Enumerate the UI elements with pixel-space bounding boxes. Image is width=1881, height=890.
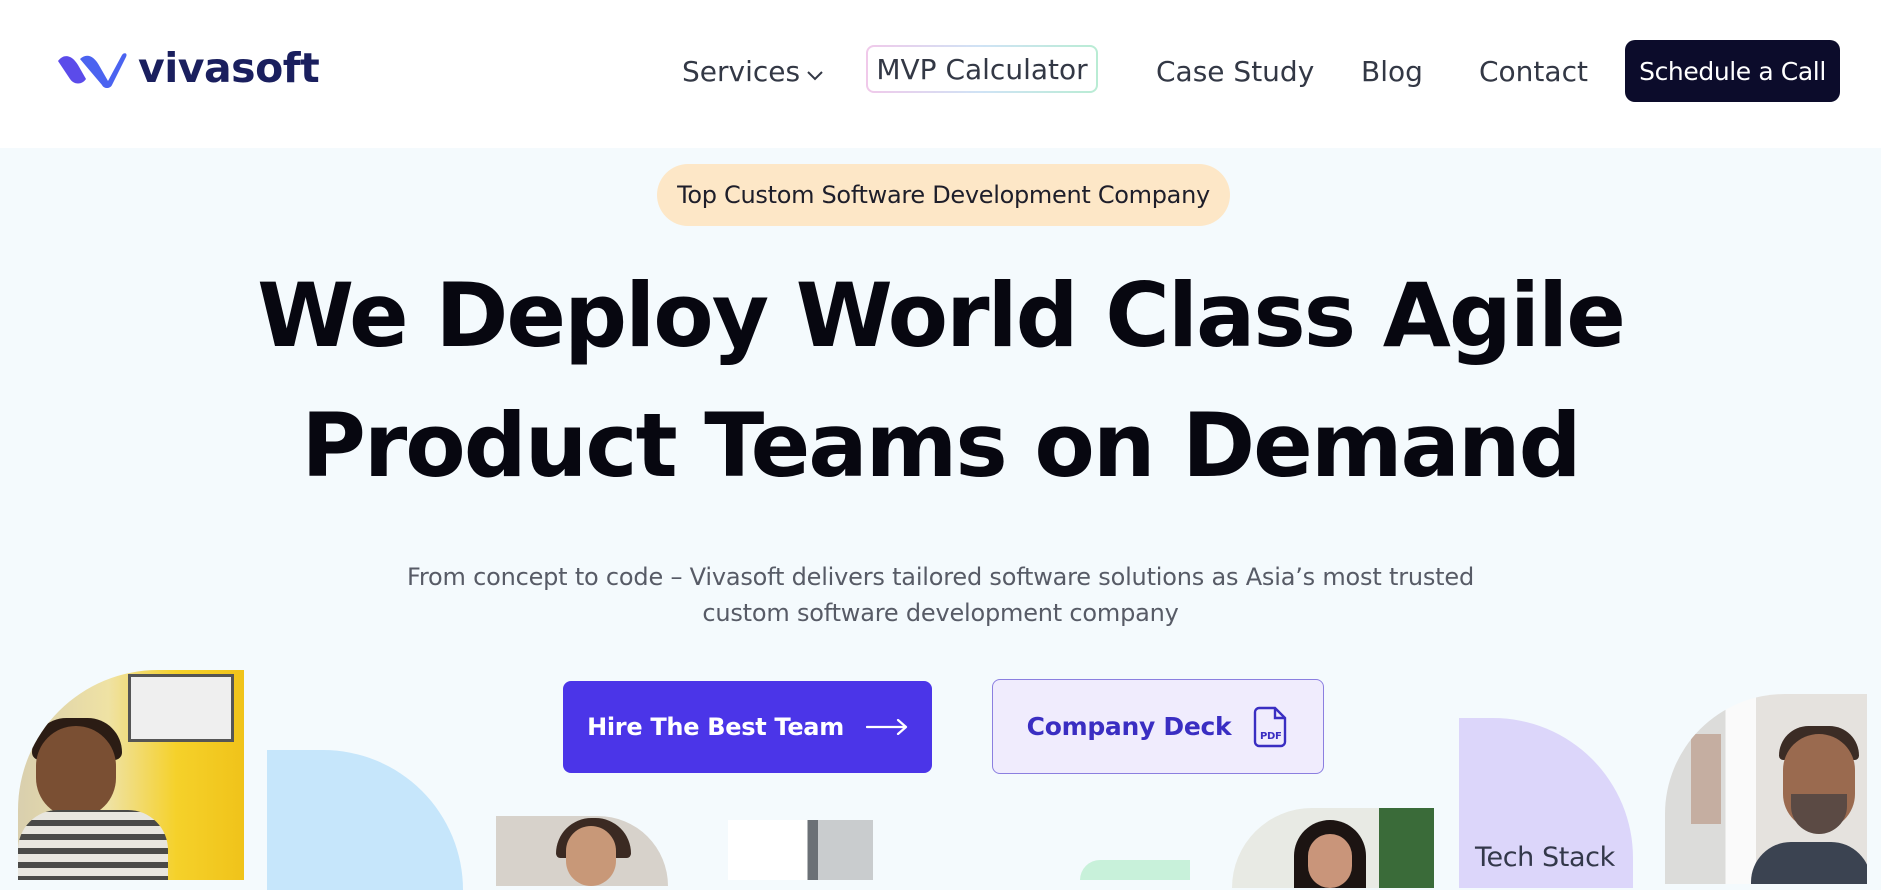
picture-frame [128, 674, 234, 742]
hire-best-team-label: Hire The Best Team [587, 713, 844, 741]
team-photo-3 [728, 820, 873, 880]
company-deck-label: Company Deck [1026, 712, 1232, 741]
vivasoft-logo-mark-icon [58, 52, 127, 88]
person-face [1308, 834, 1352, 888]
team-photo-5 [1665, 694, 1867, 884]
hire-best-team-button[interactable]: Hire The Best Team [563, 681, 932, 773]
team-photo-2 [496, 816, 668, 886]
person-face [36, 726, 116, 818]
svg-text:PDF: PDF [1260, 731, 1282, 742]
tech-stack-label: Tech Stack [1475, 842, 1615, 873]
hero-subtext: From concept to code – Vivasoft delivers… [407, 563, 1474, 627]
nav-blog[interactable]: Blog [1361, 52, 1423, 92]
site-header: vivasoft Services MVP Calculator Case St… [0, 0, 1881, 148]
decor-blue-shape [267, 750, 463, 890]
company-deck-button[interactable]: Company Deck PDF [992, 679, 1324, 774]
hero-badge: Top Custom Software Development Company [657, 164, 1230, 226]
mvp-calculator-button[interactable]: MVP Calculator [866, 45, 1098, 93]
person-face [566, 826, 616, 886]
plant-leaves [1379, 808, 1434, 888]
hero-headline-line2: Product Teams on Demand [301, 394, 1581, 497]
person-shirt [1751, 842, 1867, 884]
decor-green-shape [1080, 860, 1190, 880]
nav-case-study[interactable]: Case Study [1156, 52, 1314, 92]
nav-services[interactable]: Services [682, 52, 824, 92]
person-beard [1791, 794, 1847, 834]
team-photo-4 [1232, 808, 1434, 888]
team-photo-1 [18, 670, 244, 880]
tech-stack-card[interactable]: Tech Stack [1459, 718, 1633, 888]
brand-logo[interactable]: vivasoft [56, 44, 320, 92]
nav-contact[interactable]: Contact [1479, 52, 1588, 92]
schedule-call-button[interactable]: Schedule a Call [1625, 40, 1840, 102]
chevron-down-icon [807, 71, 823, 81]
background-shelf [1691, 734, 1721, 824]
hero-headline-line1: We Deploy World Class Agile [257, 264, 1626, 367]
arrow-right-icon [865, 719, 908, 735]
nav-services-label: Services [682, 55, 801, 88]
pdf-file-icon: PDF [1254, 706, 1287, 747]
brand-name: vivasoft [138, 44, 320, 92]
striped-shirt [18, 810, 168, 880]
mvp-calculator-label: MVP Calculator [868, 47, 1096, 91]
